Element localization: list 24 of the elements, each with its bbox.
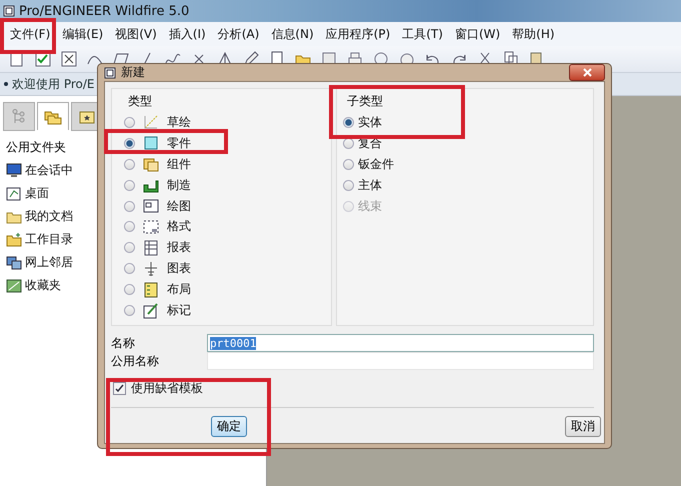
checkbox-label: 使用缺省模板 <box>131 380 203 397</box>
option-label: 标记 <box>167 302 191 320</box>
field-value: prt0001 <box>210 336 256 350</box>
option-label: 格式 <box>167 218 191 236</box>
option-label: 零件 <box>167 134 191 152</box>
folder-section-title: 公用文件夹 <box>6 139 66 156</box>
option-label: 图表 <box>167 260 191 278</box>
option-label: 组件 <box>167 156 191 173</box>
field-label: 名称 <box>111 334 136 352</box>
navigator-title: 欢迎使用 Pro/E <box>12 76 94 92</box>
option-label: 钣金件 <box>358 156 394 173</box>
option-label: 布局 <box>167 281 191 298</box>
option-label: 报表 <box>167 239 191 256</box>
option-label: 绘图 <box>167 198 191 215</box>
group-title: 类型 <box>128 93 152 110</box>
option-label: 实体 <box>358 114 382 131</box>
option-label: 制造 <box>167 176 191 194</box>
option-label: 草绘 <box>167 114 191 131</box>
option-label: 线束 <box>358 198 382 215</box>
window-title: Pro/ENGINEER Wildfire 5.0 <box>19 4 190 18</box>
option-label: 主体 <box>358 177 382 194</box>
dialog-title: 新建 <box>121 64 145 81</box>
group-title: 子类型 <box>347 93 384 110</box>
field-label: 公用名称 <box>111 352 160 370</box>
